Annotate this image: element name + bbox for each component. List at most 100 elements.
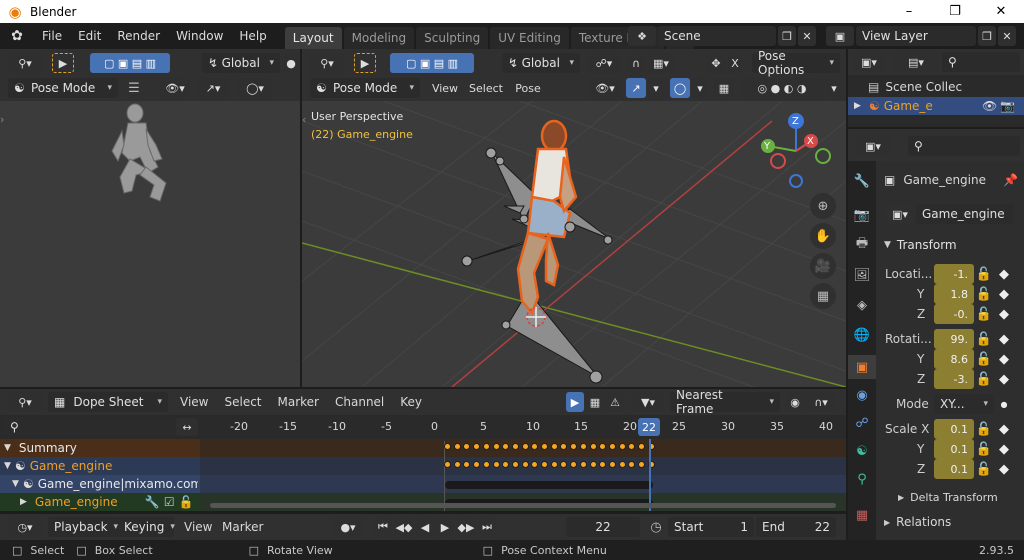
timeline-menu-marker[interactable]: Marker	[222, 520, 263, 534]
menu-file[interactable]: File	[34, 29, 70, 43]
horizontal-scrollbar[interactable]	[210, 503, 836, 508]
lock-icon[interactable]: 🔓	[976, 264, 992, 284]
gizmo-toggle-icon[interactable]: ↗▾	[196, 78, 230, 98]
world-tab-icon[interactable]: 🌐	[852, 325, 872, 345]
keyframe[interactable]	[570, 443, 578, 450]
data-name-field[interactable]: Game_engine	[916, 204, 1014, 224]
viewport-menu-pose[interactable]: Pose	[508, 78, 548, 98]
left-viewport[interactable]: ›	[0, 101, 300, 387]
expand-arrow-icon[interactable]: ▼	[12, 479, 19, 489]
render-tab-icon[interactable]: 📷	[852, 205, 872, 225]
expand-arrow-icon[interactable]: ▶	[20, 497, 27, 507]
main-overlay-dropdown[interactable]: ▾	[692, 78, 708, 98]
keyframe[interactable]	[473, 443, 481, 450]
snap-target-icon[interactable]: ▦▾	[648, 53, 674, 73]
keyframe-diamond-icon[interactable]: ◆	[996, 264, 1012, 284]
prev-keyframe-icon[interactable]: ◀◆	[394, 517, 414, 537]
maximize-icon[interactable]: ❐	[932, 0, 978, 23]
keyframe[interactable]	[453, 443, 461, 450]
tab-sculpting[interactable]: Sculpting	[416, 27, 489, 49]
lock-icon[interactable]: 🔓	[976, 329, 992, 349]
keyframe[interactable]	[453, 461, 461, 468]
rotation-z-field[interactable]: -3.	[934, 369, 974, 389]
render-camera-icon[interactable]: 📷	[1000, 99, 1015, 113]
dopesheet-menu-view[interactable]: View	[172, 395, 216, 409]
menu-help[interactable]: Help	[231, 29, 274, 43]
remove-scene-icon[interactable]: ✕	[798, 26, 816, 46]
playback-menu[interactable]: Playback ▾	[48, 517, 120, 537]
keyframe[interactable]	[541, 443, 548, 450]
only-errors-icon[interactable]: ⚠	[606, 392, 624, 412]
scale-x-field[interactable]: 0.1	[934, 419, 974, 439]
snap-magnet-icon[interactable]: ∩	[626, 53, 646, 73]
keyframe[interactable]	[638, 443, 645, 450]
menu-edit[interactable]: Edit	[70, 29, 109, 43]
keyframe[interactable]	[599, 461, 607, 468]
only-selected-icon[interactable]: ▶	[566, 392, 584, 412]
dopesheet-menu-select[interactable]: Select	[216, 395, 269, 409]
keyframe[interactable]	[492, 443, 500, 450]
left-collapse-arrow[interactable]: ›	[0, 113, 4, 126]
dopesheet-editor-type[interactable]: ⚲▾	[8, 392, 42, 412]
constraints-tab-icon[interactable]: ☍	[852, 413, 872, 433]
delta-transform-panel[interactable]: ▶ Delta Transform	[898, 491, 998, 504]
keyframe[interactable]	[579, 461, 587, 468]
keyframe[interactable]	[550, 461, 558, 468]
main-select-mode-buttons[interactable]: ▢ ▣ ▤ ▥	[390, 53, 474, 73]
keyframe[interactable]	[589, 443, 597, 450]
relations-panel[interactable]: ▶ Relations	[884, 515, 951, 529]
keyframe[interactable]	[608, 443, 616, 450]
keyframe[interactable]	[511, 461, 519, 468]
current-frame-indicator[interactable]: 22	[638, 418, 660, 436]
menu-window[interactable]: Window	[168, 29, 231, 43]
timeline-menu-view[interactable]: View	[184, 520, 212, 534]
pin-icon[interactable]: 📌	[1003, 173, 1018, 187]
properties-editor-type[interactable]: ▣▾	[856, 136, 890, 156]
menu-render[interactable]: Render	[109, 29, 168, 43]
object-tab-icon[interactable]: ▣	[848, 355, 876, 379]
lock-icon[interactable]: 🔓	[976, 459, 992, 479]
main-gizmo-dropdown[interactable]: ▾	[648, 78, 664, 98]
keyframe[interactable]	[531, 461, 539, 468]
shading-mode-buttons[interactable]: ◎ ● ◐ ◑	[740, 78, 824, 98]
main-gizmo-icon[interactable]: ↗	[626, 78, 646, 98]
filter-icon[interactable]: ▼▾	[632, 392, 664, 412]
xray-icon[interactable]: ▦	[714, 78, 734, 98]
keying-menu[interactable]: Keying ▾	[118, 517, 175, 537]
bone-tab-icon[interactable]: ⚲	[852, 469, 872, 489]
channel-object[interactable]: ▼ ☯ Game_engine	[0, 457, 200, 475]
lock-icon[interactable]: 🔓	[976, 439, 992, 459]
keyframe[interactable]	[521, 443, 529, 450]
keyframe[interactable]	[511, 443, 519, 450]
keyframe[interactable]	[570, 461, 578, 468]
physics-tab-icon[interactable]: ◉	[852, 385, 872, 405]
wrench-icon[interactable]: 🔧	[145, 495, 160, 509]
play-icon[interactable]: ▶	[436, 517, 454, 537]
remove-view-layer-icon[interactable]: ✕	[998, 26, 1016, 46]
lock-icon[interactable]: 🔓	[976, 369, 992, 389]
minimize-icon[interactable]: –	[886, 0, 932, 23]
scale-z-field[interactable]: 0.1	[934, 459, 974, 479]
start-frame-field[interactable]: Start 1	[668, 517, 754, 537]
view-layer-tab-icon[interactable]: 🖼	[852, 265, 872, 285]
main-visibility-icon[interactable]: 👁▾	[588, 78, 622, 98]
tab-layout[interactable]: Layout	[284, 27, 342, 49]
keyframes[interactable]	[444, 442, 655, 512]
falloff-icon[interactable]: ∩▾	[806, 392, 836, 412]
texture-tab-icon[interactable]: ▦	[852, 505, 872, 525]
main-orientation-select[interactable]: ↯ Global ▾	[502, 53, 580, 73]
keyframe[interactable]	[463, 461, 471, 468]
rotation-x-field[interactable]: 99.	[934, 329, 974, 349]
keyframe-diamond-icon[interactable]: ◆	[996, 284, 1012, 304]
proportional-edit-icon[interactable]: ◉	[786, 392, 804, 412]
current-frame-field[interactable]: 22	[566, 517, 640, 537]
view-layer-icon[interactable]: ▣	[826, 26, 854, 46]
armature-data-tab-icon[interactable]: ☯	[852, 441, 872, 461]
expand-arrow-icon[interactable]: ▼	[4, 443, 11, 453]
playhead-line[interactable]	[649, 439, 651, 511]
keyframe[interactable]	[579, 443, 587, 450]
blender-menu-icon[interactable]: ✿	[0, 28, 34, 44]
camera-icon[interactable]: 🎥	[810, 253, 836, 279]
mirror-x-icon[interactable]: X	[728, 53, 742, 73]
new-view-layer-icon[interactable]: ❐	[978, 26, 996, 46]
